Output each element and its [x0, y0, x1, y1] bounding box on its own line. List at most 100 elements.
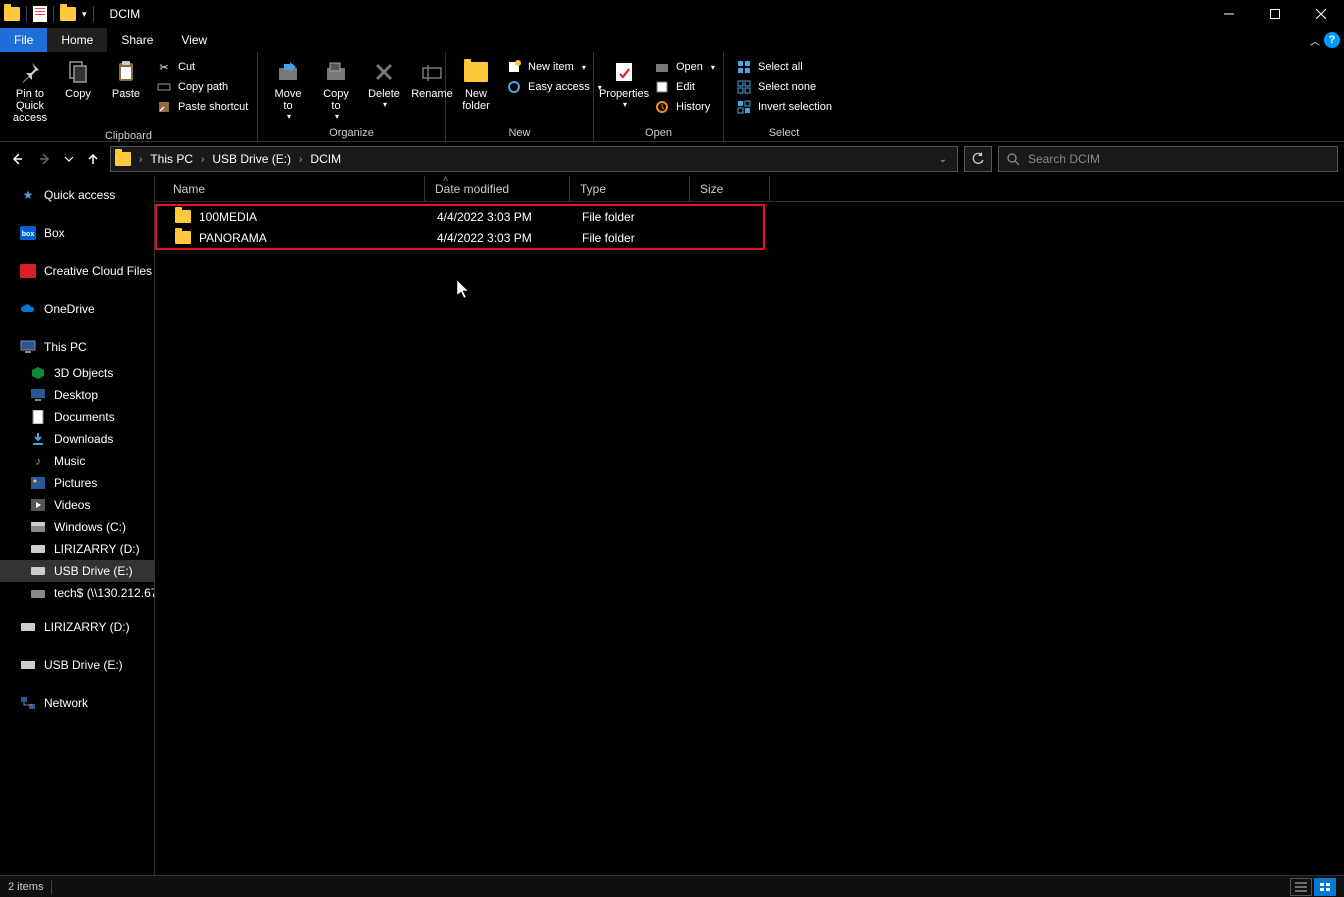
tab-view[interactable]: View: [167, 28, 221, 52]
drive-icon: [30, 541, 46, 557]
breadcrumb-item[interactable]: This PC: [146, 152, 197, 166]
paste-icon: [112, 58, 140, 86]
quick-access-dropdown[interactable]: ▾: [82, 9, 87, 20]
file-row[interactable]: PANORAMA 4/4/2022 3:03 PM File folder: [157, 227, 763, 248]
sidebar-item-lirizarry-d[interactable]: LIRIZARRY (D:): [0, 538, 154, 560]
file-date: 4/4/2022 3:03 PM: [427, 231, 572, 245]
up-button[interactable]: [82, 148, 104, 170]
move-to-button[interactable]: Move to▾: [264, 56, 312, 123]
minimize-ribbon-button[interactable]: ︿: [1310, 33, 1320, 48]
sidebar-item-this-pc[interactable]: This PC: [0, 336, 154, 358]
properties-button[interactable]: Properties▾: [600, 56, 648, 111]
breadcrumb-item[interactable]: DCIM: [306, 152, 345, 166]
path-icon: [156, 79, 172, 95]
sidebar-item-box[interactable]: boxBox: [0, 222, 154, 244]
sidebar-item-creative-cloud[interactable]: Creative Cloud Files: [0, 260, 154, 282]
ribbon-group-label: New: [446, 127, 593, 141]
select-all-button[interactable]: Select all: [734, 58, 834, 76]
details-view-button[interactable]: [1290, 878, 1312, 896]
address-dropdown[interactable]: ⌄: [933, 154, 953, 165]
scissors-icon: ✂: [156, 59, 172, 75]
sidebar-item-music[interactable]: ♪Music: [0, 450, 154, 472]
sidebar-item-network[interactable]: Network: [0, 692, 154, 714]
forward-button[interactable]: [34, 148, 56, 170]
drive-icon: [30, 563, 46, 579]
minimize-button[interactable]: [1206, 0, 1252, 28]
column-header-type[interactable]: Type: [570, 176, 690, 201]
folder-icon: [60, 7, 76, 21]
maximize-button[interactable]: [1252, 0, 1298, 28]
back-button[interactable]: [6, 148, 28, 170]
folder-icon: [175, 210, 191, 223]
file-type: File folder: [572, 231, 692, 245]
easy-access-button[interactable]: Easy access▾: [504, 78, 604, 96]
chevron-right-icon[interactable]: ›: [135, 154, 146, 165]
breadcrumb-item[interactable]: USB Drive (E:): [208, 152, 295, 166]
delete-button[interactable]: Delete▾: [360, 56, 408, 111]
file-row[interactable]: 100MEDIA 4/4/2022 3:03 PM File folder: [157, 206, 763, 227]
paste-button[interactable]: Paste: [102, 56, 150, 102]
svg-text:box: box: [22, 231, 35, 238]
sidebar-item-usb-drive-e[interactable]: USB Drive (E:): [0, 560, 154, 582]
cube-icon: [30, 365, 46, 381]
download-icon: [30, 431, 46, 447]
refresh-button[interactable]: [964, 146, 992, 172]
column-header-name[interactable]: Name: [155, 176, 425, 201]
ribbon: Pin to Quick access Copy Paste ✂Cut Copy…: [0, 52, 1344, 142]
search-box[interactable]: [998, 146, 1338, 172]
recent-locations-button[interactable]: [62, 148, 76, 170]
invert-selection-button[interactable]: Invert selection: [734, 98, 834, 116]
separator: [51, 880, 52, 894]
rename-icon: [418, 58, 446, 86]
copy-to-button[interactable]: Copy to▾: [312, 56, 360, 123]
pin-to-quick-access-button[interactable]: Pin to Quick access: [6, 56, 54, 126]
sidebar-item-windows-c[interactable]: Windows (C:): [0, 516, 154, 538]
address-bar[interactable]: › This PC › USB Drive (E:) › DCIM ⌄: [110, 146, 958, 172]
sidebar-item-documents[interactable]: Documents: [0, 406, 154, 428]
sidebar-item-usb[interactable]: USB Drive (E:): [0, 654, 154, 676]
tab-share[interactable]: Share: [107, 28, 167, 52]
tab-file[interactable]: File: [0, 28, 47, 52]
chevron-right-icon[interactable]: ›: [197, 154, 208, 165]
history-button[interactable]: History: [652, 98, 717, 116]
file-name: 100MEDIA: [199, 210, 257, 224]
sidebar-item-pictures[interactable]: Pictures: [0, 472, 154, 494]
cloud-icon: [20, 301, 36, 317]
chevron-right-icon[interactable]: ›: [295, 154, 306, 165]
close-button[interactable]: [1298, 0, 1344, 28]
pictures-icon: [30, 475, 46, 491]
select-none-button[interactable]: Select none: [734, 78, 834, 96]
edit-button[interactable]: Edit: [652, 78, 717, 96]
network-icon: [20, 695, 36, 711]
sort-indicator-icon: ˄: [443, 174, 448, 184]
invert-icon: [736, 99, 752, 115]
sidebar-item-onedrive[interactable]: OneDrive: [0, 298, 154, 320]
large-icons-view-button[interactable]: [1314, 878, 1336, 896]
copy-path-button[interactable]: Copy path: [154, 78, 250, 96]
search-input[interactable]: [1028, 152, 1329, 166]
navigation-bar: › This PC › USB Drive (E:) › DCIM ⌄: [0, 142, 1344, 176]
sidebar-item-downloads[interactable]: Downloads: [0, 428, 154, 450]
open-button[interactable]: Open▾: [652, 58, 717, 76]
sidebar-item-lirizarry[interactable]: LIRIZARRY (D:): [0, 616, 154, 638]
paste-shortcut-button[interactable]: Paste shortcut: [154, 98, 250, 116]
easy-access-icon: [506, 79, 522, 95]
tab-home[interactable]: Home: [47, 28, 107, 52]
new-folder-button[interactable]: New folder: [452, 56, 500, 114]
move-to-icon: [274, 58, 302, 86]
ribbon-group-label: Select: [724, 127, 844, 141]
folder-icon: [4, 7, 20, 21]
music-icon: ♪: [30, 453, 46, 469]
cut-button[interactable]: ✂Cut: [154, 58, 250, 76]
sidebar-item-videos[interactable]: Videos: [0, 494, 154, 516]
sidebar-item-quick-access[interactable]: ★Quick access: [0, 184, 154, 206]
column-header-size[interactable]: Size: [690, 176, 770, 201]
copy-button[interactable]: Copy: [54, 56, 102, 102]
sidebar-item-3d-objects[interactable]: 3D Objects: [0, 362, 154, 384]
new-item-button[interactable]: New item▾: [504, 58, 604, 76]
sidebar-item-desktop[interactable]: Desktop: [0, 384, 154, 406]
separator: [26, 6, 27, 22]
delete-icon: [370, 58, 398, 86]
sidebar-item-network-drive[interactable]: tech$ (\\130.212.67.: [0, 582, 154, 604]
help-icon[interactable]: ?: [1324, 32, 1340, 48]
